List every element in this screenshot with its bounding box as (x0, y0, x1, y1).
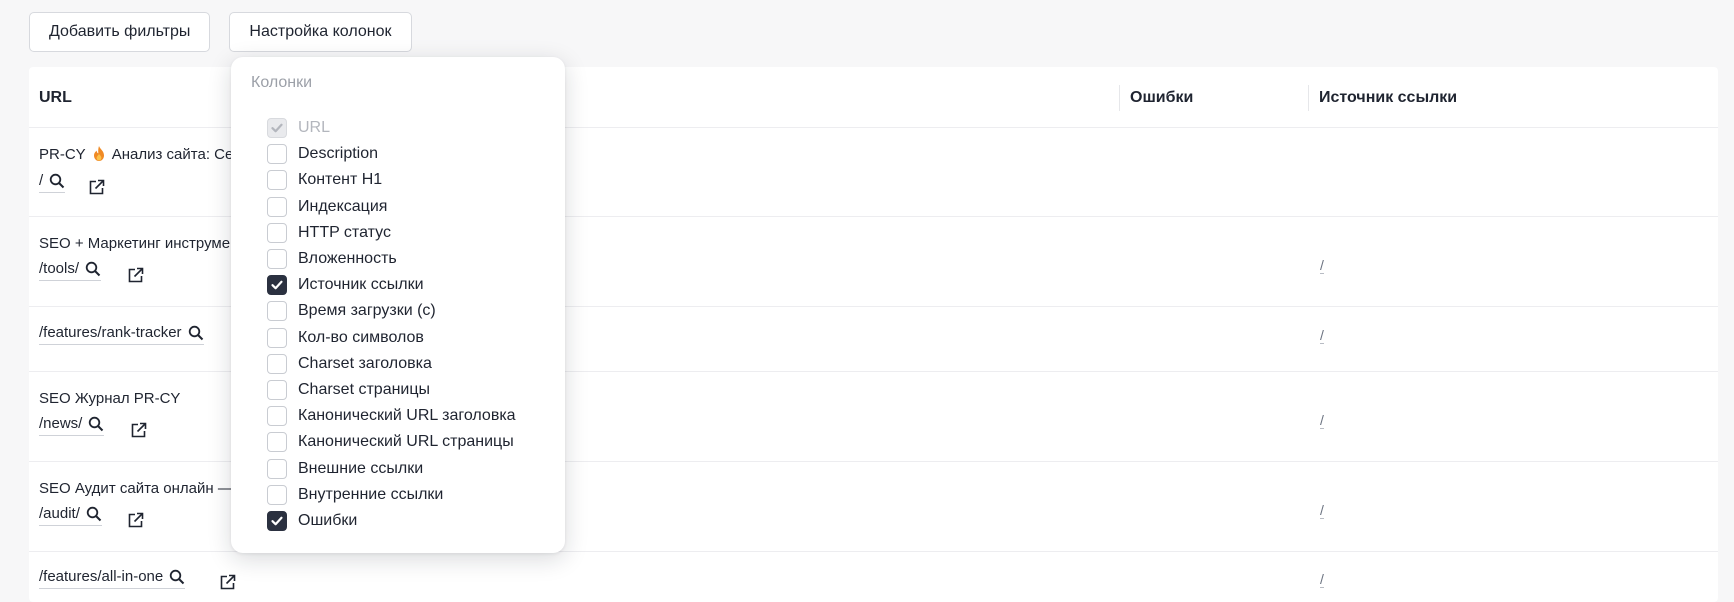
column-option[interactable]: Внутренние ссылки (267, 484, 443, 506)
columns-dropdown: Колонки URL Description Контент H1 Индексац… (231, 57, 565, 553)
column-option-label: Внешние ссылки (298, 460, 424, 477)
search-icon[interactable] (49, 173, 65, 189)
column-option-checkbox[interactable] (267, 328, 287, 348)
external-link-icon[interactable] (219, 574, 236, 591)
search-icon[interactable] (88, 416, 104, 432)
column-header-link-source[interactable]: Источник ссылки (1319, 89, 1457, 107)
search-icon[interactable] (169, 569, 185, 585)
column-option-label: Charset заголовка (298, 355, 432, 372)
column-option-checkbox[interactable] (267, 144, 287, 164)
column-option[interactable]: Канонический URL страницы (267, 431, 514, 453)
column-option: URL (267, 117, 330, 139)
column-option-label: Контент H1 (298, 171, 383, 188)
column-option-label: HTTP статус (298, 224, 391, 241)
column-option-label: Вложенность (298, 250, 397, 267)
url-path-link[interactable]: /news/ (39, 415, 105, 436)
external-link-icon[interactable] (130, 422, 147, 439)
toolbar: Добавить фильтры Настройка колонок (29, 12, 412, 52)
check-icon (271, 516, 283, 526)
fire-icon (93, 146, 104, 161)
column-option-label: Время загрузки (с) (298, 302, 436, 319)
column-option[interactable]: Ошибки (267, 510, 357, 532)
column-option[interactable]: HTTP статус (267, 222, 391, 244)
link-source-value[interactable]: / (1320, 571, 1324, 588)
check-icon (271, 280, 283, 290)
check-icon (271, 123, 283, 133)
link-source-value[interactable]: / (1320, 327, 1324, 344)
column-option-checkbox[interactable] (267, 380, 287, 400)
column-header-url[interactable]: URL (39, 89, 72, 107)
column-option-label: URL (298, 119, 331, 136)
column-divider (1308, 85, 1309, 111)
url-path: /news/ (39, 415, 83, 432)
page-title: SEO + Маркетинг инструме (39, 235, 231, 252)
link-source-value[interactable]: / (1320, 257, 1324, 274)
column-option[interactable]: Description (267, 143, 378, 165)
column-option[interactable]: Charset страницы (267, 379, 430, 401)
column-option-checkbox[interactable] (267, 223, 287, 243)
column-option-checkbox[interactable] (267, 459, 287, 479)
link-source-value[interactable]: / (1320, 502, 1324, 519)
url-path: /audit/ (39, 505, 80, 522)
column-option[interactable]: Источник ссылки (267, 274, 424, 296)
column-option-checkbox[interactable] (267, 354, 287, 374)
add-filters-button[interactable]: Добавить фильтры (29, 12, 211, 52)
url-path: /features/rank-tracker (39, 324, 182, 341)
column-option-label: Индексация (298, 198, 388, 215)
column-option-label: Description (298, 145, 379, 162)
search-icon[interactable] (86, 506, 102, 522)
column-option-label: Источник ссылки (298, 276, 424, 293)
link-source-value[interactable]: / (1320, 412, 1324, 429)
column-option-label: Канонический URL заголовка (298, 407, 516, 424)
column-option-checkbox[interactable] (267, 432, 287, 452)
column-option-checkbox[interactable] (267, 197, 287, 217)
column-option-label: Внутренние ссылки (298, 486, 444, 503)
column-header-errors[interactable]: Ошибки (1130, 89, 1193, 107)
url-path-link[interactable]: /features/all-in-one (39, 568, 186, 589)
column-option-checkbox[interactable] (267, 301, 287, 321)
column-option-label: Канонический URL страницы (298, 433, 514, 450)
column-option-checkbox[interactable] (267, 511, 287, 531)
url-path-link[interactable]: /features/rank-tracker (39, 324, 204, 345)
column-option[interactable]: Внешние ссылки (267, 458, 423, 480)
column-option-checkbox[interactable] (267, 249, 287, 269)
columns-dropdown-title: Колонки (251, 74, 313, 91)
external-link-icon[interactable] (127, 512, 144, 529)
url-path: /features/all-in-one (39, 568, 164, 585)
page-title: SEO Журнал PR-CY (39, 390, 181, 407)
column-option[interactable]: Charset заголовка (267, 353, 432, 375)
search-icon[interactable] (188, 325, 204, 341)
column-option-label: Ошибки (298, 512, 358, 529)
column-option-label: Кол-во символов (298, 329, 424, 346)
url-path-link[interactable]: /tools/ (39, 260, 102, 281)
column-divider (1119, 85, 1120, 111)
column-option[interactable]: Контент H1 (267, 169, 382, 191)
column-option-checkbox[interactable] (267, 170, 287, 190)
column-option-label: Charset страницы (298, 381, 431, 398)
column-option[interactable]: Индексация (267, 196, 387, 218)
column-option-checkbox[interactable] (267, 485, 287, 505)
column-option[interactable]: Кол-во символов (267, 327, 424, 349)
page-title: PR-CY Анализ сайта: Се (39, 146, 234, 163)
column-option[interactable]: Время загрузки (с) (267, 300, 436, 322)
url-path-link[interactable]: / (39, 172, 66, 193)
column-option-checkbox[interactable] (267, 406, 287, 426)
column-option[interactable]: Вложенность (267, 248, 397, 270)
external-link-icon[interactable] (88, 179, 105, 196)
column-option[interactable]: Канонический URL заголовка (267, 405, 516, 427)
column-option-checkbox[interactable] (267, 275, 287, 295)
url-path: / (39, 172, 44, 189)
columns-settings-button[interactable]: Настройка колонок (229, 12, 412, 52)
external-link-icon[interactable] (127, 267, 144, 284)
page-title: SEO Аудит сайта онлайн — (39, 480, 233, 497)
url-path: /tools/ (39, 260, 80, 277)
column-option-checkbox (267, 118, 287, 138)
search-icon[interactable] (85, 261, 101, 277)
table-row: /features/all-in-one / (29, 552, 1718, 602)
url-path-link[interactable]: /audit/ (39, 505, 102, 526)
